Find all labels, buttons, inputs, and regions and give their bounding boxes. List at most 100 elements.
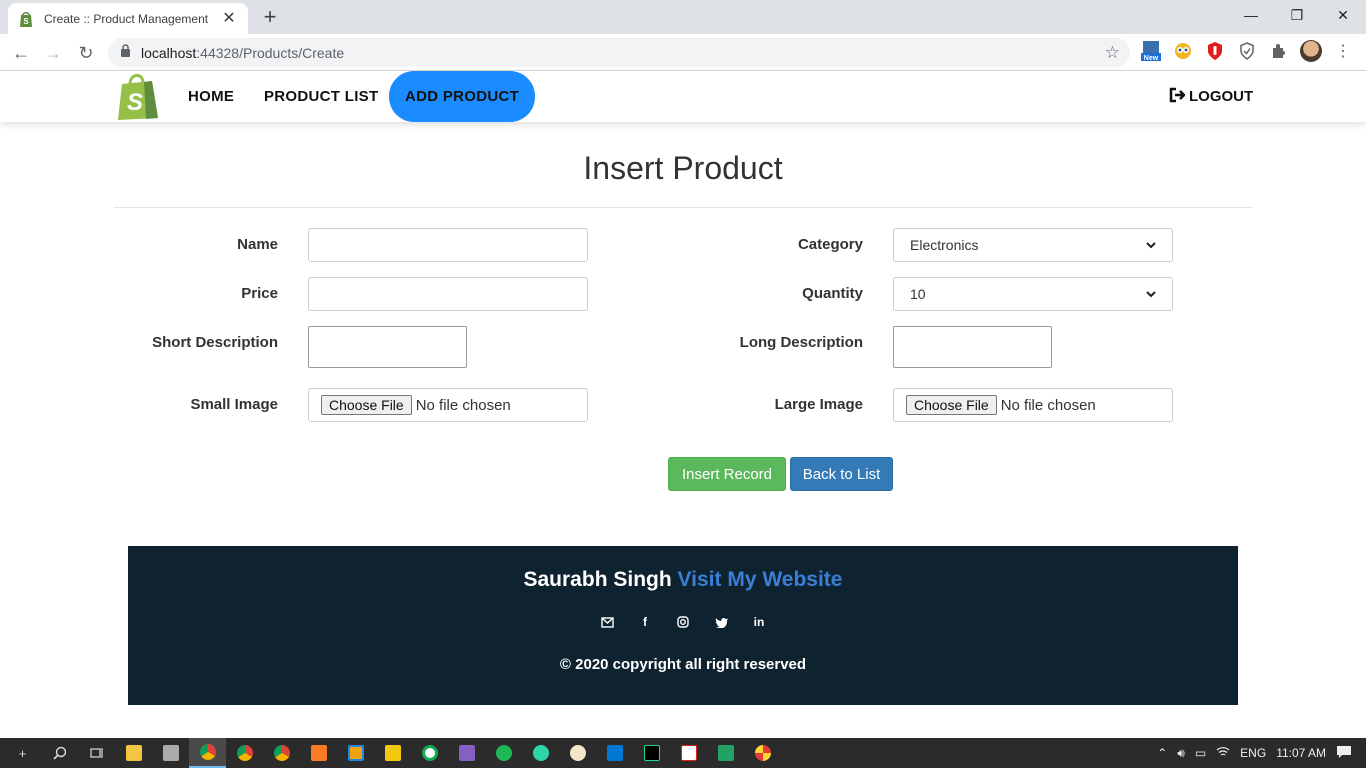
start-icon[interactable]: +: [4, 738, 41, 768]
insert-record-button[interactable]: Insert Record: [668, 457, 786, 491]
os-taskbar: + ⌃ 🔊︎ ▭ ENG 11:07 AM: [0, 738, 1366, 768]
choose-file-button[interactable]: Choose File: [906, 395, 997, 415]
short-description-textarea[interactable]: [308, 326, 467, 368]
app-icon[interactable]: [559, 738, 596, 768]
small-image-file-input[interactable]: Choose File No file chosen: [308, 388, 588, 422]
file-explorer-icon[interactable]: [115, 738, 152, 768]
close-tab-icon[interactable]: ✕: [220, 10, 238, 27]
quantity-label: Quantity: [802, 285, 863, 302]
restore-icon[interactable]: ❐: [1274, 0, 1320, 30]
small-image-label: Small Image: [190, 396, 278, 413]
app-icon[interactable]: [707, 738, 744, 768]
chrome-icon[interactable]: [189, 738, 226, 768]
file-status: No file chosen: [1000, 396, 1096, 414]
twitter-icon[interactable]: [713, 614, 729, 630]
visual-studio-icon[interactable]: [448, 738, 485, 768]
spotify-icon[interactable]: [485, 738, 522, 768]
vscode-icon[interactable]: [596, 738, 633, 768]
app-icon[interactable]: [522, 738, 559, 768]
nav-add-product[interactable]: ADD PRODUCT: [389, 71, 536, 122]
app-icon[interactable]: [337, 738, 374, 768]
extension-new-icon[interactable]: New: [1140, 40, 1162, 62]
chevron-up-icon[interactable]: ⌃: [1157, 746, 1167, 760]
svg-text:S: S: [127, 89, 143, 116]
adblock-icon[interactable]: [1204, 40, 1226, 62]
address-bar[interactable]: localhost:44328/Products/Create ☆: [108, 38, 1130, 67]
svg-text:New: New: [1144, 55, 1159, 62]
file-status: No file chosen: [415, 396, 511, 414]
logout-icon: [1169, 87, 1186, 107]
category-selected-value: Electronics: [910, 237, 979, 253]
new-tab-icon[interactable]: +: [258, 6, 282, 30]
title-divider: [114, 207, 1253, 208]
quantity-selected-value: 10: [910, 286, 926, 302]
volume-icon[interactable]: 🔊︎: [1177, 746, 1185, 761]
category-select[interactable]: Electronics: [893, 228, 1173, 262]
notifications-icon[interactable]: [1336, 745, 1352, 762]
bookmark-star-icon[interactable]: ☆: [1105, 43, 1120, 63]
lock-icon: [120, 43, 131, 62]
task-view-icon[interactable]: [78, 738, 115, 768]
browser-tabstrip: S Create :: Product Management ✕ + — ❐ ✕: [0, 0, 1366, 34]
social-links: f in: [128, 614, 1238, 630]
forward-arrow-icon[interactable]: →: [40, 40, 66, 66]
category-label: Category: [797, 236, 863, 253]
copyright-text: © 2020 copyright all right reserved: [559, 656, 807, 673]
window-controls: — ❐ ✕: [1228, 0, 1366, 30]
chevron-down-icon: [1146, 287, 1156, 301]
name-label: Name: [237, 236, 278, 253]
extensions-puzzle-icon[interactable]: [1268, 40, 1290, 62]
system-tray: ⌃ 🔊︎ ▭ ENG 11:07 AM: [1157, 738, 1366, 768]
tab-title: Create :: Product Management: [44, 11, 209, 26]
shopify-logo[interactable]: S: [116, 72, 160, 120]
footer: Saurabh Singh Visit My Website f in © 20…: [128, 546, 1238, 705]
chrome-alt-icon[interactable]: [263, 738, 300, 768]
chrome-profile-icon[interactable]: [226, 738, 263, 768]
close-window-icon[interactable]: ✕: [1320, 0, 1366, 30]
xampp-icon[interactable]: [300, 738, 337, 768]
battery-icon[interactable]: ▭: [1195, 746, 1206, 760]
app-icon[interactable]: [744, 738, 781, 768]
logout-label: LOGOUT: [1189, 88, 1254, 105]
page-title: Insert Product: [583, 150, 783, 186]
nav-home[interactable]: HOME: [188, 71, 234, 122]
name-input[interactable]: [308, 228, 588, 262]
app-icon[interactable]: [670, 738, 707, 768]
visit-website-link[interactable]: Visit My Website: [678, 568, 843, 591]
shield-check-icon[interactable]: [1236, 40, 1258, 62]
browser-menu-icon[interactable]: ⋮: [1332, 40, 1354, 62]
clock[interactable]: 11:07 AM: [1276, 746, 1326, 760]
url-text: localhost:44328/Products/Create: [141, 44, 345, 61]
logout-button[interactable]: LOGOUT: [1169, 71, 1253, 122]
footer-heading: Saurabh Singh Visit My Website: [128, 568, 1238, 592]
back-to-list-button[interactable]: Back to List: [790, 457, 893, 491]
mail-icon[interactable]: [599, 614, 615, 630]
reload-icon[interactable]: ↻: [73, 40, 99, 66]
large-image-file-input[interactable]: Choose File No file chosen: [893, 388, 1173, 422]
search-icon[interactable]: [41, 738, 78, 768]
price-input[interactable]: [308, 277, 588, 311]
price-label: Price: [241, 285, 278, 302]
app-icon[interactable]: [374, 738, 411, 768]
back-arrow-icon[interactable]: ←: [8, 40, 34, 66]
linkedin-icon[interactable]: in: [751, 614, 767, 630]
choose-file-button[interactable]: Choose File: [321, 395, 412, 415]
nav-product-list[interactable]: PRODUCT LIST: [264, 71, 378, 122]
instagram-icon[interactable]: [675, 614, 691, 630]
long-description-textarea[interactable]: [893, 326, 1052, 368]
pycharm-icon[interactable]: [633, 738, 670, 768]
browser-toolbar: ← → ↻ localhost:44328/Products/Create ☆ …: [0, 34, 1366, 71]
site-navbar: S HOME PRODUCT LIST ADD PRODUCT LOGOUT: [0, 71, 1366, 122]
language-indicator[interactable]: ENG: [1240, 746, 1266, 760]
app-icon[interactable]: [152, 738, 189, 768]
mongodb-icon[interactable]: [411, 738, 448, 768]
long-description-label: Long Description: [739, 334, 863, 351]
facebook-icon[interactable]: f: [637, 614, 653, 630]
browser-tab[interactable]: S Create :: Product Management ✕: [8, 3, 248, 34]
quantity-select[interactable]: 10: [893, 277, 1173, 311]
extension-owl-icon[interactable]: [1172, 40, 1194, 62]
chevron-down-icon: [1146, 238, 1156, 252]
wifi-icon[interactable]: [1216, 746, 1230, 760]
profile-avatar[interactable]: [1300, 40, 1322, 62]
minimize-icon[interactable]: —: [1228, 0, 1274, 30]
